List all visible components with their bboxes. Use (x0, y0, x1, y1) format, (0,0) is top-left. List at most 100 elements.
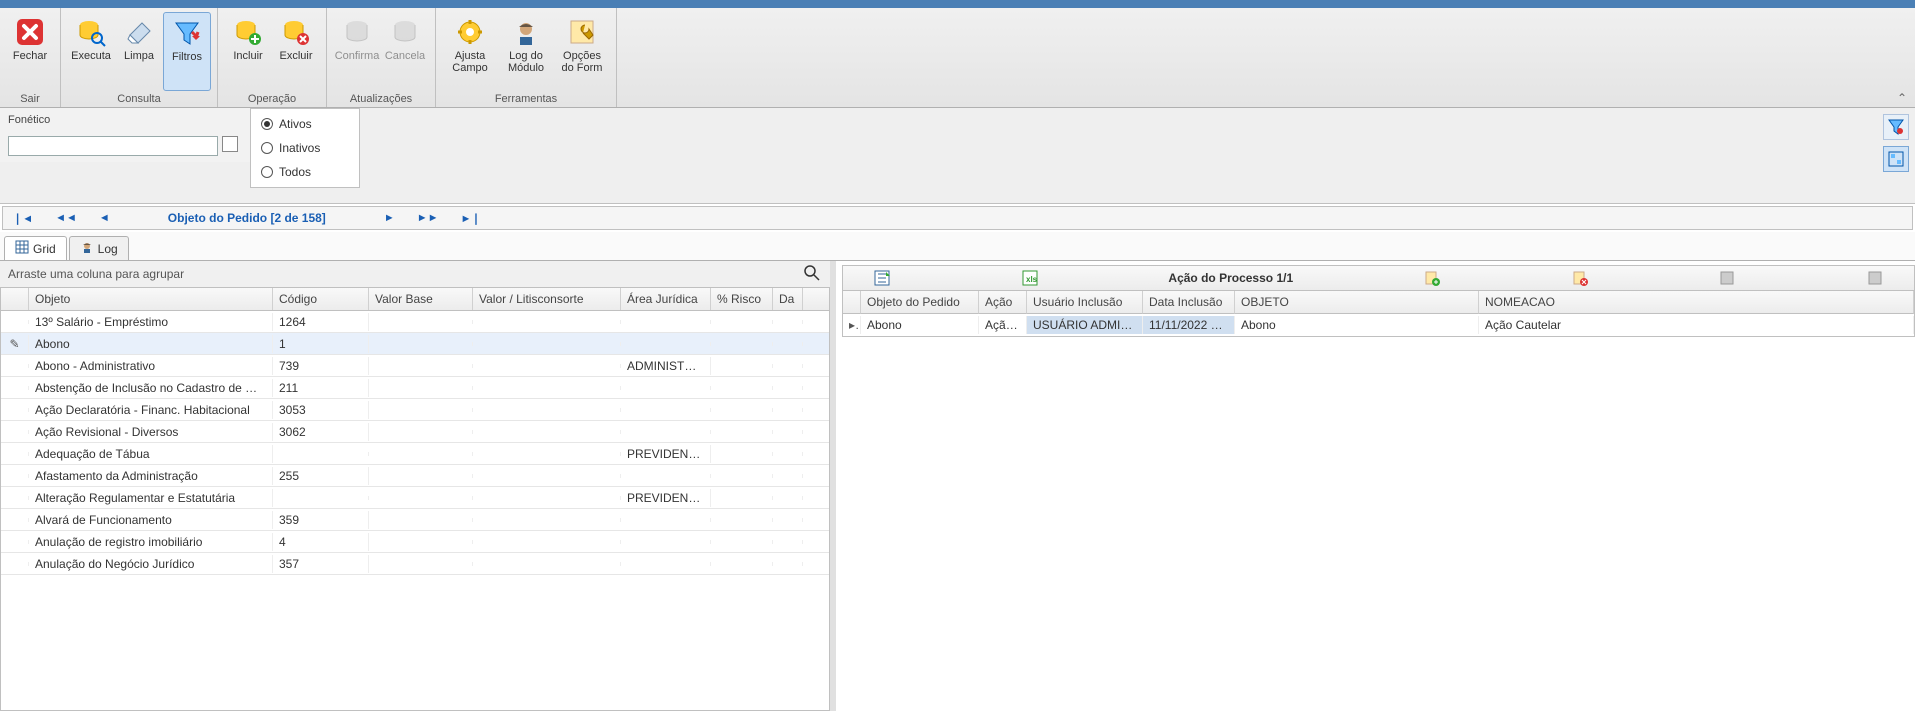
cell-valor-base (369, 408, 473, 412)
cell-da (773, 364, 803, 368)
excel-icon[interactable]: xls (1021, 269, 1039, 287)
cell-codigo: 1 (273, 335, 369, 353)
table-row[interactable]: Anulação do Negócio Jurídico357 (1, 553, 829, 575)
fechar-button[interactable]: Fechar (6, 12, 54, 91)
undo-icon[interactable] (1866, 269, 1884, 287)
export-icon[interactable] (873, 269, 891, 287)
cell-acao: Ação... (979, 316, 1027, 334)
cell-area (621, 320, 711, 324)
table-row[interactable]: Adequação de TábuaPREVIDENCIAR... (1, 443, 829, 465)
ajusta-campo-button[interactable]: Ajusta Campo (442, 12, 498, 91)
nav-prev-button[interactable]: ◄ (95, 212, 114, 224)
cell-objeto: Ação Revisional - Diversos (29, 423, 273, 441)
filtros-button[interactable]: Filtros (163, 12, 211, 91)
col-valor-base[interactable]: Valor Base (369, 288, 473, 310)
col-risco[interactable]: % Risco (711, 288, 773, 310)
cell-area: PREVIDENCIAR... (621, 445, 711, 463)
cell-codigo (273, 452, 369, 456)
ribbon-collapse-button[interactable]: ⌃ (1889, 89, 1915, 107)
group-hint-text: Arraste uma coluna para agrupar (8, 267, 184, 281)
fonetico-input[interactable] (8, 136, 218, 156)
left-grid-body[interactable]: 13º Salário - Empréstimo1264✎Abono1Abono… (1, 311, 829, 710)
group-consulta-label: Consulta (67, 91, 211, 107)
table-row[interactable]: Alteração Regulamentar e EstatutáriaPREV… (1, 487, 829, 509)
database-delete-icon (280, 16, 312, 48)
search-icon[interactable] (804, 265, 820, 284)
col-objeto-pedido[interactable]: Objeto do Pedido (861, 291, 979, 314)
col-acao[interactable]: Ação (979, 291, 1027, 314)
cell-valor-base (369, 540, 473, 544)
cancela-button[interactable]: Cancela (381, 12, 429, 91)
col-data-inclusao[interactable]: Data Inclusão (1143, 291, 1235, 314)
cell-area (621, 562, 711, 566)
cell-valor-litis (473, 496, 621, 500)
nav-first-button[interactable]: ❘◄ (9, 212, 37, 225)
cell-codigo: 3053 (273, 401, 369, 419)
cell-valor-litis (473, 430, 621, 434)
save-icon[interactable] (1718, 269, 1736, 287)
tab-grid[interactable]: Grid (4, 236, 67, 260)
table-row[interactable]: Abstenção de Inclusão no Cadastro de Órg… (1, 377, 829, 399)
col-objeto[interactable]: OBJETO (1235, 291, 1479, 314)
table-row[interactable]: Ação Revisional - Diversos3062 (1, 421, 829, 443)
database-plus-icon (232, 16, 264, 48)
row-indicator (1, 540, 29, 544)
radio-ativos[interactable]: Ativos (261, 117, 349, 131)
opcoes-form-button[interactable]: Opções do Form (554, 12, 610, 91)
tab-log[interactable]: Log (69, 236, 129, 260)
col-objeto[interactable]: Objeto (29, 288, 273, 310)
cell-risco (711, 518, 773, 522)
col-valor-litis[interactable]: Valor / Litisconsorte (473, 288, 621, 310)
filter-tool-button[interactable] (1883, 114, 1909, 140)
table-row[interactable]: Ação Declaratória - Financ. Habitacional… (1, 399, 829, 421)
table-row[interactable]: ✎Abono1 (1, 333, 829, 355)
incluir-button[interactable]: Incluir (224, 12, 272, 91)
cell-risco (711, 474, 773, 478)
nav-last-button[interactable]: ►❘ (456, 212, 484, 225)
confirma-button[interactable]: Confirma (333, 12, 381, 91)
table-row[interactable]: ▸ Abono Ação... USUÁRIO ADMINIS... 11/11… (843, 314, 1914, 336)
add-record-icon[interactable] (1423, 269, 1441, 287)
executa-button[interactable]: Executa (67, 12, 115, 91)
nav-next-page-button[interactable]: ►► (413, 212, 443, 224)
cell-area (621, 430, 711, 434)
row-indicator (1, 386, 29, 390)
col-area-juridica[interactable]: Área Jurídica (621, 288, 711, 310)
col-codigo[interactable]: Código (273, 288, 369, 310)
col-usuario-inclusao[interactable]: Usuário Inclusão (1027, 291, 1143, 314)
cell-valor-litis (473, 562, 621, 566)
table-row[interactable]: Abono - Administrativo739ADMINISTRATI... (1, 355, 829, 377)
log-modulo-button[interactable]: Log do Módulo (498, 12, 554, 91)
limpa-button[interactable]: Limpa (115, 12, 163, 91)
table-row[interactable]: Anulação de registro imobiliário4 (1, 531, 829, 553)
close-icon (14, 16, 46, 48)
cell-codigo: 211 (273, 379, 369, 397)
cell-area: PREVIDENCIAR... (621, 489, 711, 507)
right-panel-title: Ação do Processo 1/1 (1168, 271, 1293, 285)
radio-todos[interactable]: Todos (261, 165, 349, 179)
table-row[interactable]: 13º Salário - Empréstimo1264 (1, 311, 829, 333)
fonetico-checkbox[interactable] (222, 136, 238, 152)
nav-prev-page-button[interactable]: ◄◄ (51, 212, 81, 224)
limpa-label: Limpa (124, 50, 154, 62)
delete-record-icon[interactable] (1571, 269, 1589, 287)
nav-next-button[interactable]: ► (380, 212, 399, 224)
cell-valor-base (369, 430, 473, 434)
group-operacao-label: Operação (224, 91, 320, 107)
radio-inativos-label: Inativos (279, 141, 320, 155)
group-by-hint[interactable]: Arraste uma coluna para agrupar (0, 261, 830, 287)
radio-icon (261, 118, 273, 130)
cell-da (773, 386, 803, 390)
layout-tool-button[interactable] (1883, 146, 1909, 172)
table-row[interactable]: Afastamento da Administração255 (1, 465, 829, 487)
col-da[interactable]: Da (773, 288, 803, 310)
right-grid: Objeto do Pedido Ação Usuário Inclusão D… (842, 291, 1915, 337)
row-indicator (1, 474, 29, 478)
radio-inativos[interactable]: Inativos (261, 141, 349, 155)
cell-valor-base (369, 320, 473, 324)
excluir-button[interactable]: Excluir (272, 12, 320, 91)
svg-text:xls: xls (1026, 275, 1038, 284)
incluir-label: Incluir (233, 50, 262, 62)
table-row[interactable]: Alvará de Funcionamento359 (1, 509, 829, 531)
col-nomeacao[interactable]: NOMEACAO (1479, 291, 1914, 314)
